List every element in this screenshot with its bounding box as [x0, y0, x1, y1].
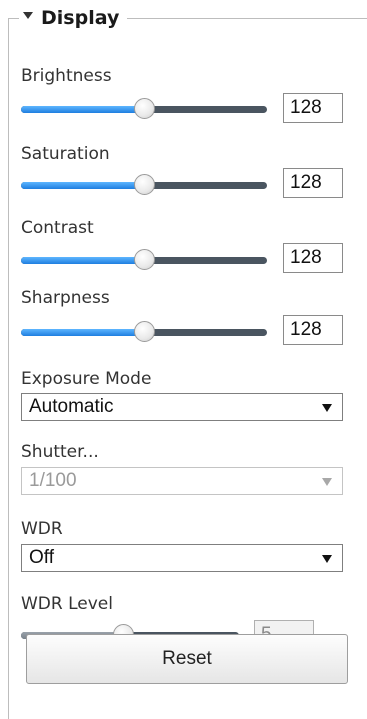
sharpness-value-input[interactable]: 128	[283, 315, 343, 345]
slider-fill	[21, 106, 144, 113]
reset-button[interactable]: Reset	[26, 634, 348, 684]
contrast-value-input[interactable]: 128	[283, 243, 343, 273]
contrast-label: Contrast	[21, 218, 94, 238]
exposure-mode-select[interactable]: Automatic	[21, 393, 343, 421]
exposure-mode-label: Exposure Mode	[21, 369, 152, 389]
brightness-value-input[interactable]: 128	[283, 93, 343, 123]
saturation-label: Saturation	[21, 144, 110, 164]
dropdown-arrow-icon	[322, 404, 332, 412]
shutter-selected-value: 1/100	[29, 470, 77, 491]
sharpness-label: Sharpness	[21, 288, 110, 308]
slider-fill	[21, 329, 144, 336]
display-panel-header[interactable]: Display	[19, 4, 128, 32]
brightness-slider[interactable]	[21, 97, 267, 121]
dropdown-arrow-icon	[322, 555, 332, 563]
slider-fill	[21, 182, 144, 189]
slider-thumb[interactable]	[134, 321, 155, 342]
panel-title: Display	[41, 7, 120, 29]
saturation-value-input[interactable]: 128	[283, 168, 343, 198]
sharpness-slider[interactable]	[21, 320, 267, 344]
collapse-triangle-icon[interactable]	[23, 11, 33, 19]
contrast-slider[interactable]	[21, 248, 267, 272]
wdr-level-label: WDR Level	[21, 594, 113, 614]
wdr-selected-value: Off	[29, 547, 54, 568]
slider-thumb[interactable]	[134, 174, 155, 195]
shutter-select: 1/100	[21, 467, 343, 495]
shutter-label: Shutter...	[21, 442, 99, 462]
dropdown-arrow-icon	[322, 478, 332, 486]
wdr-label: WDR	[21, 519, 63, 539]
brightness-label: Brightness	[21, 66, 112, 86]
saturation-slider[interactable]	[21, 173, 267, 197]
exposure-mode-selected-value: Automatic	[29, 396, 114, 417]
slider-thumb[interactable]	[134, 98, 155, 119]
slider-fill	[21, 257, 144, 264]
slider-thumb[interactable]	[134, 249, 155, 270]
wdr-select[interactable]: Off	[21, 544, 343, 572]
